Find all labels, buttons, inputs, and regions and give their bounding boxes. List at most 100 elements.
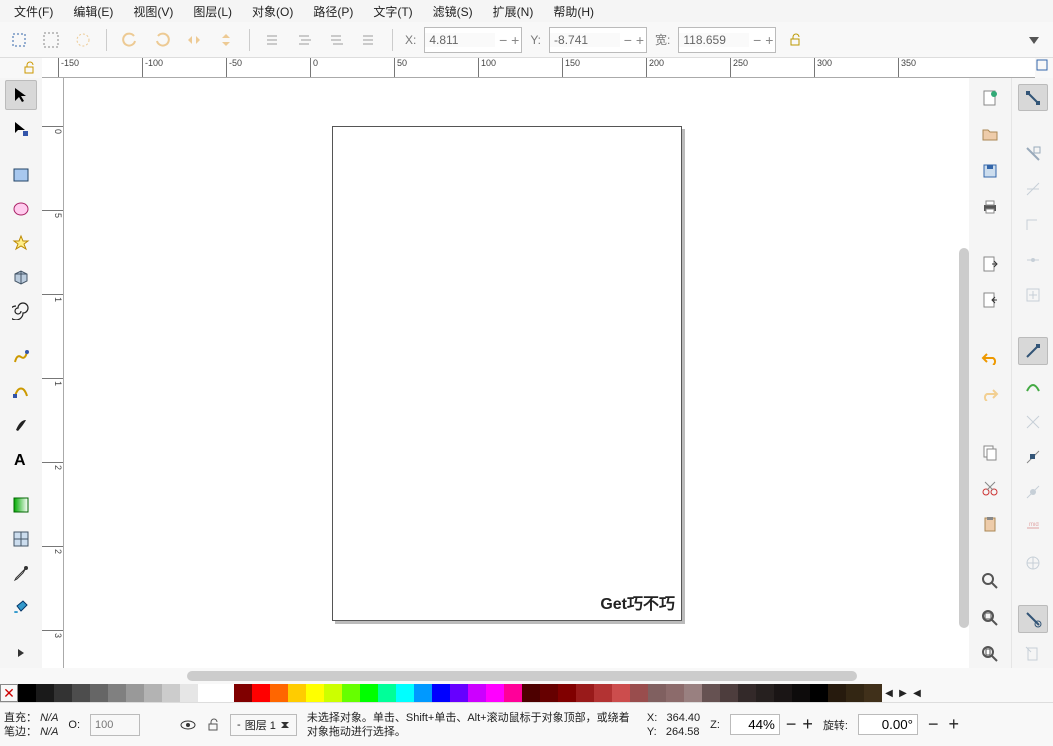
color-swatch[interactable] bbox=[756, 684, 774, 702]
circle-tool[interactable] bbox=[5, 194, 37, 224]
menu-filter[interactable]: 滤镜(S) bbox=[423, 0, 483, 23]
color-swatch[interactable] bbox=[828, 684, 846, 702]
color-swatch[interactable] bbox=[774, 684, 792, 702]
raise-top-icon[interactable] bbox=[260, 27, 286, 53]
color-swatch[interactable] bbox=[288, 684, 306, 702]
palette-left-icon[interactable]: ◀ bbox=[882, 684, 896, 702]
color-swatch[interactable] bbox=[810, 684, 828, 702]
color-swatch[interactable] bbox=[270, 684, 288, 702]
layer-selector[interactable]: -图层 1 bbox=[230, 714, 297, 736]
overflow-menu-icon[interactable] bbox=[1021, 27, 1047, 53]
rotate-ccw-icon[interactable] bbox=[117, 27, 143, 53]
pencil-tool[interactable] bbox=[5, 342, 37, 372]
color-swatch[interactable] bbox=[504, 684, 522, 702]
lower-bottom-icon[interactable] bbox=[356, 27, 382, 53]
color-swatch[interactable] bbox=[72, 684, 90, 702]
redo-icon[interactable] bbox=[975, 380, 1005, 408]
print-icon[interactable] bbox=[975, 193, 1005, 221]
deselect-icon[interactable] bbox=[70, 27, 96, 53]
color-swatch[interactable] bbox=[414, 684, 432, 702]
text-tool[interactable]: A bbox=[5, 444, 37, 474]
bezier-tool[interactable] bbox=[5, 376, 37, 406]
horizontal-ruler[interactable]: -150 -100 -50 0 50 100 150 200 250 300 3… bbox=[42, 58, 1035, 78]
color-swatch[interactable] bbox=[864, 684, 882, 702]
paste-icon[interactable] bbox=[975, 510, 1005, 538]
layer-lock-icon[interactable] bbox=[206, 718, 220, 732]
snap-node-icon[interactable] bbox=[1018, 337, 1048, 364]
color-swatch[interactable] bbox=[432, 684, 450, 702]
color-swatch[interactable] bbox=[792, 684, 810, 702]
box3d-tool[interactable] bbox=[5, 262, 37, 292]
menu-help[interactable]: 帮助(H) bbox=[543, 0, 604, 23]
color-swatch[interactable] bbox=[576, 684, 594, 702]
color-swatch[interactable] bbox=[846, 684, 864, 702]
color-swatch[interactable] bbox=[54, 684, 72, 702]
selector-tool[interactable] bbox=[5, 80, 37, 110]
snap-mid-icon[interactable] bbox=[1018, 246, 1048, 273]
menu-layer[interactable]: 图层(L) bbox=[183, 0, 242, 23]
color-swatch[interactable] bbox=[684, 684, 702, 702]
snap-enable-icon[interactable] bbox=[1018, 84, 1048, 111]
open-icon[interactable] bbox=[975, 120, 1005, 148]
color-swatch[interactable] bbox=[36, 684, 54, 702]
export-icon[interactable] bbox=[975, 286, 1005, 314]
rotate-dec-icon[interactable]: − bbox=[928, 714, 939, 735]
menu-path[interactable]: 路径(P) bbox=[303, 0, 363, 23]
more-tools-icon[interactable] bbox=[5, 638, 37, 668]
color-swatch[interactable] bbox=[90, 684, 108, 702]
new-doc-icon[interactable] bbox=[975, 84, 1005, 112]
color-swatch[interactable] bbox=[630, 684, 648, 702]
fill-stroke-indicator[interactable]: 直充： N/A 笔边： N/A bbox=[4, 711, 58, 739]
color-swatch[interactable] bbox=[252, 684, 270, 702]
color-swatch[interactable] bbox=[648, 684, 666, 702]
color-swatch[interactable] bbox=[522, 684, 540, 702]
visibility-icon[interactable] bbox=[180, 719, 196, 731]
color-swatch[interactable] bbox=[594, 684, 612, 702]
snap-line-mid-icon[interactable]: mid bbox=[1018, 514, 1048, 541]
snap-path-icon[interactable] bbox=[1018, 373, 1048, 400]
save-icon[interactable] bbox=[975, 156, 1005, 184]
rect-tool[interactable] bbox=[5, 160, 37, 190]
color-swatch[interactable] bbox=[486, 684, 504, 702]
color-swatch[interactable] bbox=[324, 684, 342, 702]
rotate-inc-icon[interactable]: + bbox=[949, 714, 960, 735]
menu-view[interactable]: 视图(V) bbox=[123, 0, 183, 23]
menu-text[interactable]: 文字(T) bbox=[363, 0, 422, 23]
raise-icon[interactable] bbox=[292, 27, 318, 53]
rotate-cw-icon[interactable] bbox=[149, 27, 175, 53]
menu-edit[interactable]: 编辑(E) bbox=[63, 0, 123, 23]
color-swatch[interactable] bbox=[306, 684, 324, 702]
color-swatch[interactable] bbox=[558, 684, 576, 702]
calligraphy-tool[interactable] bbox=[5, 410, 37, 440]
lock-icon[interactable] bbox=[22, 61, 36, 75]
lower-icon[interactable] bbox=[324, 27, 350, 53]
menu-file[interactable]: 文件(F) bbox=[4, 0, 63, 23]
select-all-icon[interactable] bbox=[38, 27, 64, 53]
snap-intersect-icon[interactable] bbox=[1018, 408, 1048, 435]
snap-corner-icon[interactable] bbox=[1018, 211, 1048, 238]
vertical-ruler[interactable]: 0 5 1 1 2 2 3 bbox=[42, 78, 64, 668]
rotate-input[interactable] bbox=[858, 714, 918, 735]
mesh-tool[interactable] bbox=[5, 524, 37, 554]
x-input[interactable]: − + bbox=[424, 27, 522, 53]
star-tool[interactable] bbox=[5, 228, 37, 258]
snap-edge-icon[interactable] bbox=[1018, 175, 1048, 202]
select-all-layers-icon[interactable] bbox=[6, 27, 32, 53]
color-swatch[interactable] bbox=[180, 684, 198, 702]
lock-icon[interactable] bbox=[782, 27, 808, 53]
color-swatch[interactable] bbox=[216, 684, 234, 702]
color-swatch[interactable] bbox=[396, 684, 414, 702]
spiral-tool[interactable] bbox=[5, 296, 37, 326]
flip-h-icon[interactable] bbox=[181, 27, 207, 53]
snap-other-icon[interactable] bbox=[1018, 605, 1048, 632]
color-swatch[interactable] bbox=[378, 684, 396, 702]
color-swatch[interactable] bbox=[702, 684, 720, 702]
palette-menu-icon[interactable]: ◀ bbox=[910, 684, 924, 702]
color-swatch[interactable] bbox=[198, 684, 216, 702]
palette-right-icon[interactable]: ▶ bbox=[896, 684, 910, 702]
color-swatch[interactable] bbox=[234, 684, 252, 702]
color-swatch[interactable] bbox=[738, 684, 756, 702]
no-color-swatch[interactable]: ✕ bbox=[0, 684, 18, 702]
snap-cusp-icon[interactable] bbox=[1018, 443, 1048, 470]
color-swatch[interactable] bbox=[108, 684, 126, 702]
